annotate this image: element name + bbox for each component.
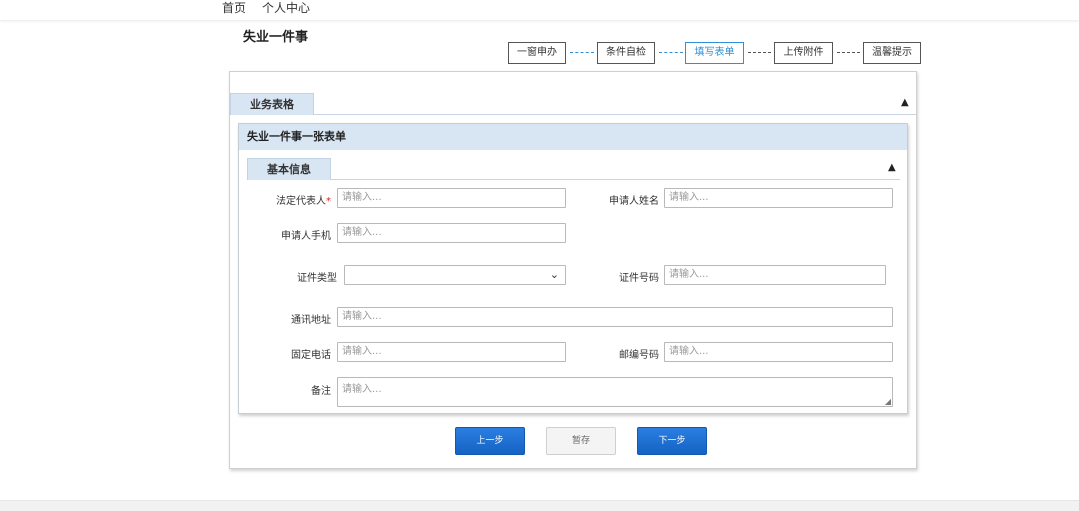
applicant-phone-input[interactable]: 请输入... xyxy=(337,223,566,243)
business-form-header: 业务表格 ▲ xyxy=(230,93,916,115)
nav-home-link[interactable]: 首页 xyxy=(222,0,246,16)
business-form-tab[interactable]: 业务表格 xyxy=(230,93,314,115)
step-3-active[interactable]: 填写表单 xyxy=(685,42,744,64)
nav-personal-center-link[interactable]: 个人中心 xyxy=(262,0,310,16)
step-4[interactable]: 上传附件 xyxy=(774,42,833,64)
next-step-button[interactable]: 下一步 xyxy=(637,427,707,455)
id-type-label: 证件类型 xyxy=(297,273,337,284)
remarks-label: 备注 xyxy=(311,386,331,397)
unemployment-form-panel: 失业一件事一张表单 基本信息 ▲ 法定代表人* 请输入... 申请人姓名 请输入… xyxy=(238,123,908,414)
save-draft-button[interactable]: 暂存 xyxy=(546,427,616,455)
chevron-up-icon[interactable]: ▲ xyxy=(888,162,896,173)
resize-grip-icon[interactable]: ◢ xyxy=(885,397,891,406)
basic-info-section-header: 基本信息 ▲ xyxy=(247,158,900,180)
page-title: 失业一件事 xyxy=(243,30,309,45)
applicant-phone-label: 申请人手机 xyxy=(281,231,331,242)
legal-rep-label: 法定代表人* xyxy=(276,196,331,207)
step-2[interactable]: 条件自检 xyxy=(597,42,655,64)
step-1[interactable]: 一窗申办 xyxy=(508,42,566,64)
remarks-placeholder: 请输入... xyxy=(342,384,382,395)
form-panel-title: 失业一件事一张表单 xyxy=(239,124,907,150)
landline-input[interactable]: 请输入... xyxy=(337,342,566,362)
id-number-label: 证件号码 xyxy=(619,273,659,284)
applicant-name-label: 申请人姓名 xyxy=(609,196,659,207)
address-input[interactable]: 请输入... xyxy=(337,307,893,327)
step-connector xyxy=(570,52,594,53)
chevron-up-icon[interactable]: ▲ xyxy=(901,97,909,108)
prev-step-button[interactable]: 上一步 xyxy=(455,427,525,455)
basic-info-tab[interactable]: 基本信息 xyxy=(247,158,331,180)
id-number-input[interactable]: 请输入... xyxy=(664,265,886,285)
applicant-name-input[interactable]: 请输入... xyxy=(664,188,893,208)
step-connector xyxy=(837,52,860,53)
step-5[interactable]: 温馨提示 xyxy=(863,42,921,64)
top-nav: 首页 个人中心 xyxy=(0,0,1079,20)
step-connector xyxy=(659,52,683,53)
remarks-textarea[interactable]: 请输入... ◢ xyxy=(337,377,893,407)
business-form-panel: 业务表格 ▲ 失业一件事一张表单 基本信息 ▲ 法定代表人* 请输入... 申请… xyxy=(229,71,917,469)
required-mark: * xyxy=(326,196,331,207)
id-type-select[interactable]: ⌄ xyxy=(344,265,566,285)
postcode-input[interactable]: 请输入... xyxy=(664,342,893,362)
legal-rep-input[interactable]: 请输入... xyxy=(337,188,566,208)
page-footer xyxy=(0,500,1079,511)
step-connector xyxy=(748,52,771,53)
landline-label: 固定电话 xyxy=(291,350,331,361)
address-label: 通讯地址 xyxy=(291,315,331,326)
postcode-label: 邮编号码 xyxy=(619,350,659,361)
chevron-down-icon: ⌄ xyxy=(549,268,559,281)
